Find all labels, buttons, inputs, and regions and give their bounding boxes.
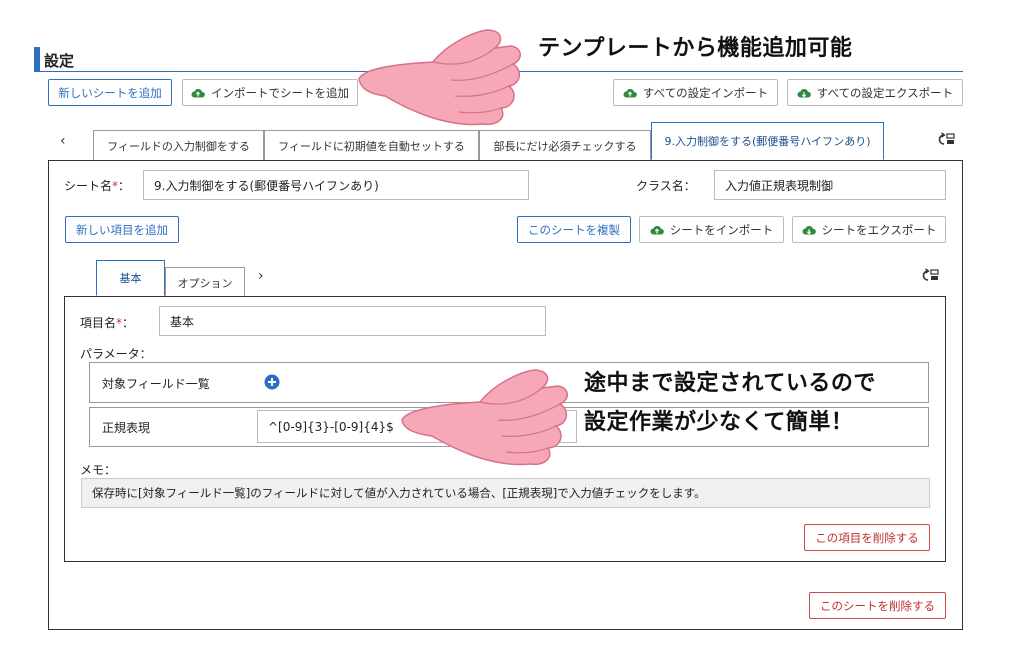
cloud-upload-icon [191,88,205,97]
callout-top: テンプレートから機能追加可能 [538,36,853,61]
regex-label: 正規表現 [102,421,151,435]
duplicate-sheet-button[interactable]: このシートを複製 [517,216,631,243]
target-fields-label: 対象フィールド一覧 [102,377,210,391]
page-title: 設定 [44,52,75,70]
callout-mid-line1: 途中まで設定されているので [584,371,876,396]
add-field-icon[interactable] [264,374,280,390]
sheet-tab[interactable]: フィールドに初期値を自動セットする [264,130,479,160]
add-item-button[interactable]: 新しい項目を追加 [65,216,179,243]
item-tab-basic[interactable]: 基本 [96,260,165,296]
item-name-input[interactable]: 基本 [159,306,546,336]
delete-item-button[interactable]: この項目を削除する [804,524,930,551]
export-all-settings-button[interactable]: すべての設定エクスポート [787,79,963,106]
sheet-name-input[interactable]: 9.入力制御をする(郵便番号ハイフンあり) [143,170,529,200]
sheet-name-label: シート名*： [64,179,131,193]
pointing-hand-icon [358,29,521,126]
page-title-accent [34,47,40,71]
sheet-tab[interactable]: 部長にだけ必須チェックする [479,130,651,160]
memo-field[interactable]: 保存時に[対象フィールド一覧]のフィールドに対して値が入力されている場合、[正規… [81,478,930,508]
cloud-download-icon [797,88,811,97]
import-sheet-button[interactable]: インポートでシートを追加 [182,79,358,106]
item-tab-options[interactable]: オプション [165,267,245,297]
rename-sheet-icon[interactable] [937,132,955,148]
class-name-input[interactable]: 入力値正規表現制御 [714,170,946,200]
pointing-hand-icon [401,369,568,466]
item-name-label: 項目名*： [80,316,135,330]
item-tabs-scroll-right-icon[interactable]: › [258,268,264,284]
sheet-tab-active[interactable]: 9.入力制御をする(郵便番号ハイフンあり) [651,122,884,160]
add-sheet-button[interactable]: 新しいシートを追加 [48,79,172,106]
import-all-settings-button[interactable]: すべての設定インポート [613,79,778,106]
tabs-scroll-left-icon[interactable]: ‹ [60,133,66,149]
callout-mid-line2: 設定作業が少なくて簡単！ [584,410,854,435]
cloud-download-icon [802,225,816,234]
import-sheet-panel-button[interactable]: シートをインポート [639,216,784,243]
memo-label: メモ： [80,463,117,477]
parameters-label: パラメータ： [80,347,152,361]
cloud-upload-icon [650,225,664,234]
sheet-tab[interactable]: フィールドの入力制御をする [93,130,264,160]
class-name-label: クラス名： [636,179,696,193]
delete-sheet-button[interactable]: このシートを削除する [809,592,946,619]
export-sheet-button[interactable]: シートをエクスポート [792,216,946,243]
rename-item-icon[interactable] [921,268,939,284]
cloud-upload-icon [623,88,637,97]
